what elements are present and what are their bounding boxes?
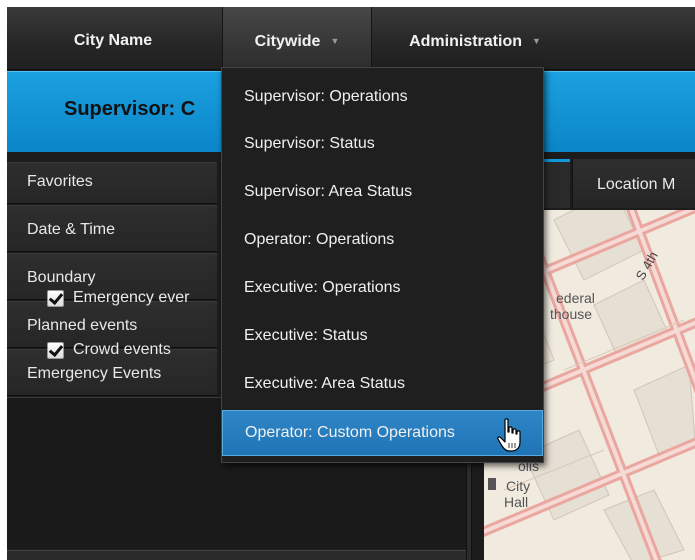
sidebar-item-date-time[interactable]: Date & Time [7, 205, 217, 252]
hand-pointer-icon [497, 418, 521, 452]
checkbox-checked-icon[interactable] [47, 289, 64, 307]
menu-item-executive-status[interactable]: Executive: Status [222, 312, 543, 359]
checkbox-crowd-events[interactable]: Crowd events [47, 339, 171, 361]
nav-city-name-label: City Name [73, 32, 153, 49]
nav-citywide-menu[interactable]: Citywide ▼ [222, 7, 372, 73]
nav-city-name[interactable]: City Name [33, 7, 193, 70]
app-window: City Name Citywide ▼ Administration ▼ Supe… [7, 7, 695, 560]
citywide-dropdown-menu: Supervisor: Operations Supervisor: Statu… [221, 67, 544, 463]
menu-item-supervisor-status[interactable]: Supervisor: Status [222, 120, 543, 167]
chevron-down-icon: ▼ [330, 36, 340, 46]
checkbox-label: Crowd events [73, 341, 171, 358]
sidebar-footer [7, 550, 466, 560]
nav-citywide-label: Citywide [254, 33, 321, 50]
nav-administration-label: Administration [409, 33, 522, 50]
map-label: thouse [550, 306, 593, 322]
menu-item-supervisor-operations[interactable]: Supervisor: Operations [222, 73, 543, 120]
menu-item-executive-area-status[interactable]: Executive: Area Status [222, 360, 543, 407]
nav-administration-menu[interactable]: Administration ▼ [380, 7, 570, 70]
menu-item-supervisor-area-status[interactable]: Supervisor: Area Status [222, 168, 543, 215]
map-label: Hall [504, 494, 529, 510]
tab-location-map[interactable]: Location M [572, 159, 695, 208]
map-label: ederal [556, 290, 595, 306]
checkbox-checked-icon[interactable] [47, 341, 64, 359]
map-label: City [506, 478, 531, 494]
sidebar-item-favorites[interactable]: Favorites [7, 162, 217, 204]
menu-item-operator-operations[interactable]: Operator: Operations [222, 216, 543, 263]
chevron-down-icon: ▼ [531, 36, 541, 46]
checkbox-label: Emergency ever [73, 289, 190, 306]
menu-item-executive-operations[interactable]: Executive: Operations [222, 264, 543, 311]
checkbox-emergency-events[interactable]: Emergency ever [47, 287, 190, 309]
top-navigation: City Name Citywide ▼ Administration ▼ [7, 7, 695, 73]
page-title: Supervisor: C [64, 98, 196, 120]
menu-item-operator-custom-operations[interactable]: Operator: Custom Operations [222, 410, 543, 456]
